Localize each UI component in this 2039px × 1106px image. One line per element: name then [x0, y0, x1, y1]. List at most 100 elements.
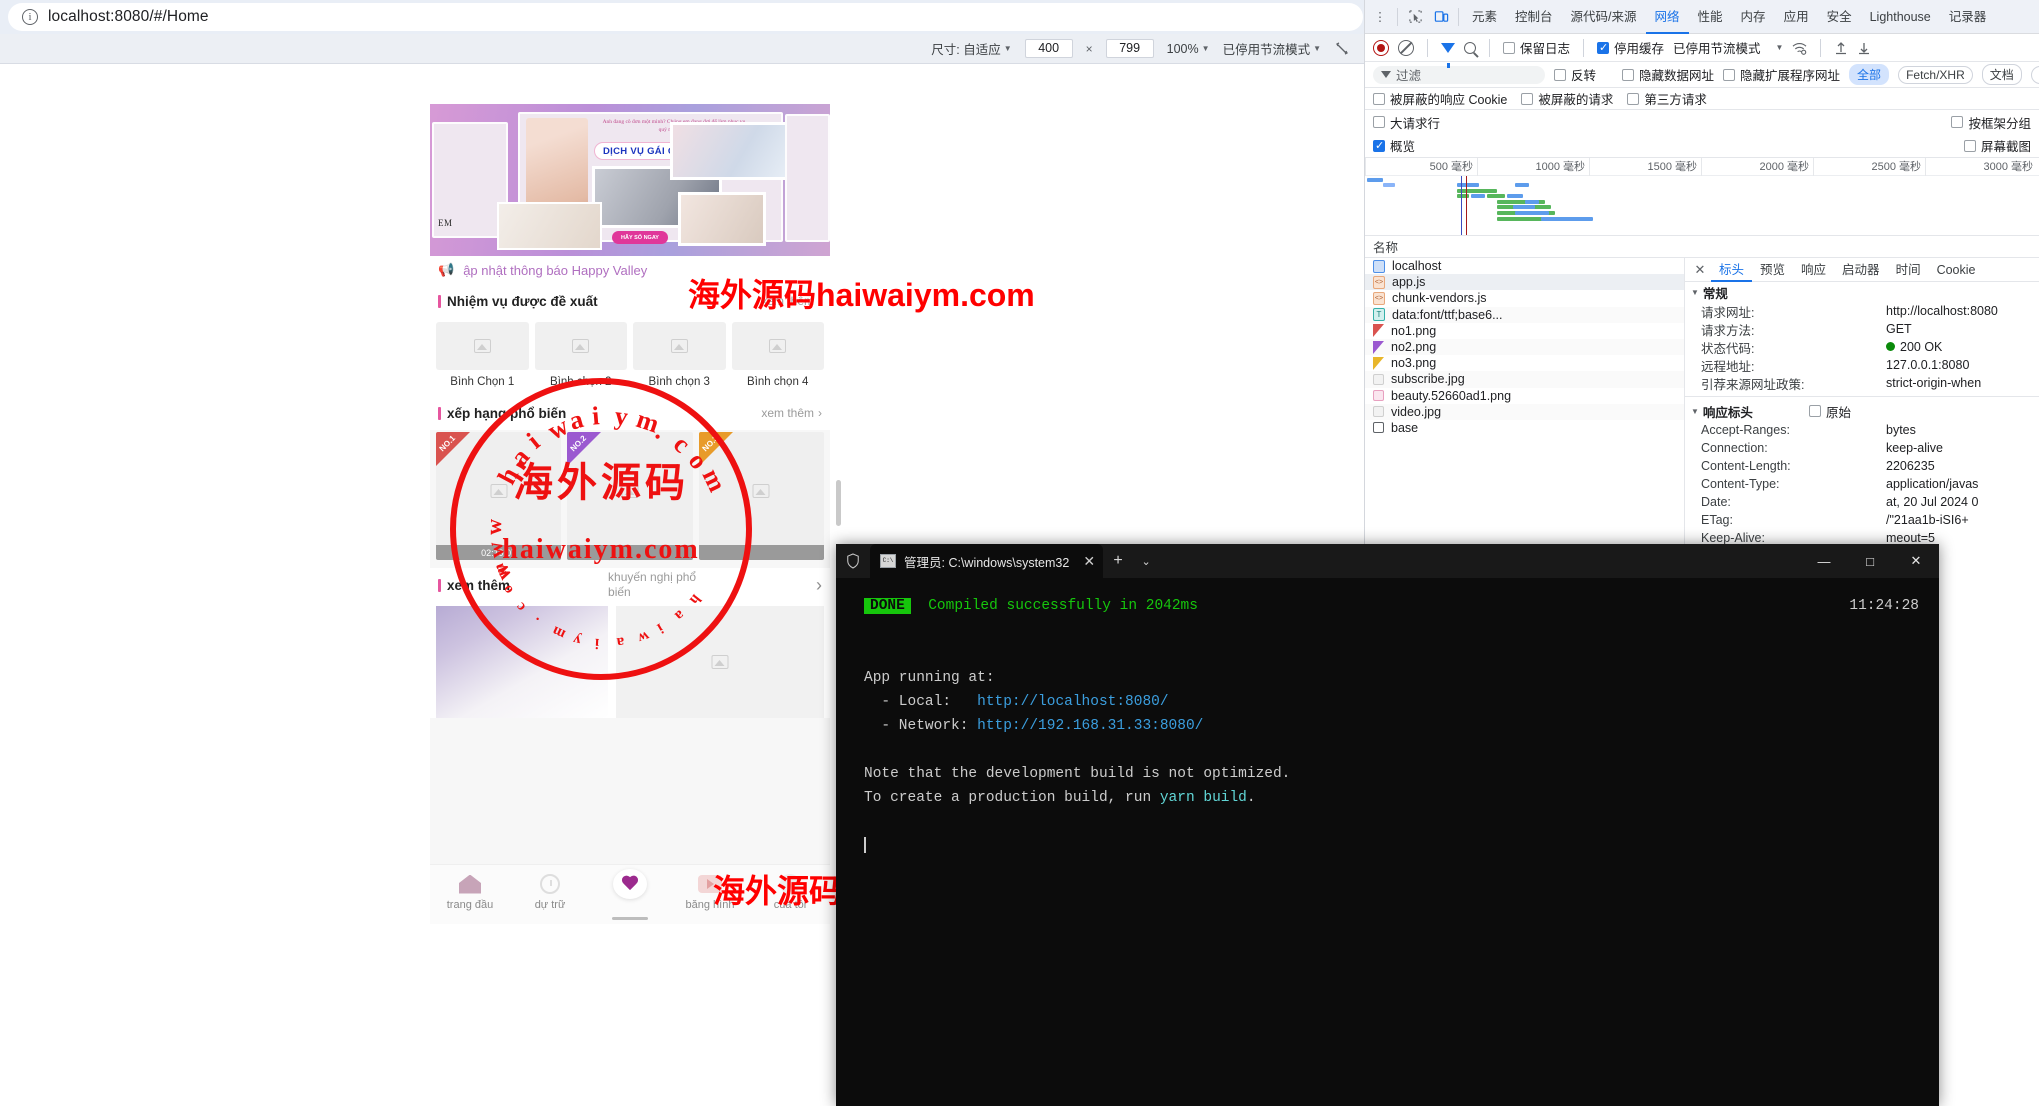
detail-tab-cookies[interactable]: Cookie	[1929, 258, 1984, 282]
capture-screenshots-checkbox[interactable]: 屏幕截图	[1963, 136, 2031, 155]
rank-card[interactable]: NO.2	[567, 432, 693, 560]
device-size-select[interactable]: 尺寸: 自适应 ▼	[931, 39, 1011, 58]
rank-card[interactable]: NO.1 02:19:07	[436, 432, 562, 560]
tab-application[interactable]: 应用	[1775, 0, 1818, 34]
terminal-body[interactable]: 11:24:28 DONE Compiled successfully in 2…	[836, 578, 1939, 858]
request-row[interactable]: <> chunk-vendors.js	[1365, 290, 1684, 306]
tab-security[interactable]: 安全	[1818, 0, 1861, 34]
request-row[interactable]: subscribe.jpg	[1365, 371, 1684, 388]
detail-tab-timing[interactable]: 时间	[1888, 258, 1929, 282]
overview-checkbox[interactable]: 概览	[1373, 136, 1415, 155]
type-chip-document[interactable]: 文档	[1981, 64, 2022, 85]
request-row[interactable]: no3.png	[1365, 355, 1684, 371]
type-chip-fetch-xhr[interactable]: Fetch/XHR	[1898, 65, 1973, 84]
more-placeholder[interactable]	[616, 606, 824, 718]
terminal-window[interactable]: C:\ 管理员: C:\windows\system32 ✕ + ⌄ — □ ✕…	[836, 544, 1939, 1106]
zoom-select[interactable]: 100% ▼	[1167, 42, 1210, 56]
promo-banner[interactable]: EM Anh đang cô đơn một mình? Chúng em đa…	[430, 104, 830, 256]
inspect-element-icon[interactable]	[1402, 4, 1428, 30]
import-har-icon[interactable]	[1834, 41, 1848, 55]
phone-preview[interactable]: EM Anh đang cô đơn một mình? Chúng em đa…	[430, 104, 830, 924]
task-item[interactable]: Bình chọn 3	[633, 322, 726, 388]
tab-sources[interactable]: 源代码/来源	[1562, 0, 1646, 34]
see-more-ranking[interactable]: xem thêm ›	[761, 406, 822, 420]
request-row[interactable]: no1.png	[1365, 323, 1684, 339]
tab-console[interactable]: 控制台	[1506, 0, 1562, 34]
request-row[interactable]: <> app.js	[1365, 274, 1684, 291]
detail-tab-response[interactable]: 响应	[1793, 258, 1834, 282]
type-chip-all[interactable]: 全部	[1849, 64, 1890, 85]
tab-center-logo[interactable]	[590, 869, 670, 899]
tab-du-tru[interactable]: dự trữ	[510, 871, 590, 911]
more-image[interactable]	[436, 606, 608, 718]
filter-icon[interactable]	[1441, 42, 1455, 68]
rotate-icon[interactable]	[1334, 41, 1350, 57]
disable-cache-checkbox[interactable]: 停用缓存	[1597, 38, 1664, 57]
tab-lighthouse[interactable]: Lighthouse	[1861, 0, 1940, 34]
blocked-requests-checkbox[interactable]: 被屏蔽的请求	[1521, 89, 1613, 108]
clear-network-log-icon[interactable]	[1398, 39, 1414, 56]
detail-tab-preview[interactable]: 预览	[1752, 258, 1793, 282]
new-tab-icon[interactable]: +	[1103, 544, 1133, 578]
big-request-rows-checkbox[interactable]: 大请求行	[1373, 113, 1440, 132]
network-overview[interactable]: 500 毫秒 1000 毫秒 1500 毫秒 2000 毫秒 2500 毫秒 3…	[1365, 158, 2039, 236]
see-more-tasks[interactable]: xem thêm ›	[761, 294, 822, 308]
request-row[interactable]: video.jpg	[1365, 403, 1684, 420]
tab-cua-toi[interactable]: của tôi	[750, 871, 830, 911]
tab-performance[interactable]: 性能	[1689, 0, 1732, 34]
request-row[interactable]: beauty.52660ad1.png	[1365, 388, 1684, 404]
tab-recorder[interactable]: 记录器	[1940, 0, 1996, 34]
site-info-icon[interactable]: i	[22, 9, 38, 25]
throttle-select[interactable]: 已停用节流模式	[1673, 38, 1761, 57]
request-row[interactable]: localhost	[1365, 258, 1684, 274]
maximize-button[interactable]: □	[1847, 544, 1893, 578]
network-url[interactable]: http://192.168.31.33:8080/	[977, 718, 1203, 734]
invert-checkbox[interactable]: 反转	[1554, 65, 1596, 84]
third-party-requests-checkbox[interactable]: 第三方请求	[1627, 89, 1707, 108]
task-item[interactable]: Bình chọn 4	[731, 322, 824, 388]
tab-network[interactable]: 网络	[1646, 0, 1689, 34]
export-har-icon[interactable]	[1857, 41, 1871, 55]
phone-scrollbar[interactable]	[836, 480, 841, 526]
type-chip-css[interactable]: C	[2030, 65, 2039, 84]
group-by-frame-checkbox[interactable]: 按框架分组	[1951, 113, 2031, 132]
blocked-cookies-checkbox[interactable]: 被屏蔽的响应 Cookie	[1373, 89, 1507, 108]
local-url[interactable]: http://localhost:8080/	[977, 694, 1168, 710]
search-icon[interactable]	[1464, 41, 1476, 54]
close-button[interactable]: ✕	[1893, 544, 1939, 578]
terminal-tab[interactable]: C:\ 管理员: C:\windows\system32 ✕	[870, 544, 1104, 578]
device-height-input[interactable]: 799	[1105, 39, 1154, 58]
request-row[interactable]: no2.png	[1365, 338, 1684, 356]
address-bar[interactable]: i localhost:8080/#/Home	[8, 3, 1363, 31]
banner-cta-badge[interactable]: HÃY SỐ NGAY	[612, 231, 668, 244]
chevron-down-icon[interactable]: ⌄	[1133, 544, 1159, 578]
toggle-device-toolbar-icon[interactable]	[1428, 4, 1454, 30]
raw-checkbox[interactable]: 原始	[1808, 402, 1851, 421]
tab-elements[interactable]: 元素	[1463, 0, 1506, 34]
hide-data-urls-checkbox[interactable]: 隐藏数据网址	[1622, 65, 1714, 84]
notice-bar[interactable]: 📢 ập nhật thông báo Happy Valley	[430, 256, 830, 284]
request-row[interactable]: T data:font/ttf;base6...	[1365, 306, 1684, 323]
task-item[interactable]: Bình Chọn 1	[436, 322, 529, 388]
tab-memory[interactable]: 内存	[1732, 0, 1775, 34]
minimize-button[interactable]: —	[1801, 544, 1847, 578]
general-section-header[interactable]: ▼ 常规	[1685, 282, 2039, 302]
request-row[interactable]: base	[1365, 420, 1684, 436]
record-button[interactable]	[1373, 39, 1389, 56]
filter-input[interactable]: 过滤	[1373, 65, 1545, 84]
more-options-icon[interactable]: ⋮	[1367, 4, 1393, 30]
task-item[interactable]: Bình chọn 2	[534, 322, 627, 388]
detail-tab-headers[interactable]: 标头	[1711, 258, 1752, 282]
device-width-input[interactable]: 400	[1024, 39, 1073, 58]
throttle-select[interactable]: 已停用节流模式 ▼	[1223, 39, 1321, 58]
chevron-right-icon[interactable]: ›	[816, 575, 822, 596]
tab-bang-hinh[interactable]: băng hình	[670, 871, 750, 911]
rank-card[interactable]: NO.3	[698, 432, 824, 560]
detail-tab-initiator[interactable]: 启动器	[1834, 258, 1888, 282]
close-icon[interactable]: ✕	[1689, 259, 1711, 281]
network-conditions-icon[interactable]	[1792, 42, 1807, 55]
chevron-down-icon[interactable]: ▼	[1776, 43, 1784, 52]
hide-extension-urls-checkbox[interactable]: 隐藏扩展程序网址	[1723, 65, 1840, 84]
response-headers-section-header[interactable]: ▼ 响应标头 原始	[1685, 401, 2039, 421]
preserve-log-checkbox[interactable]: 保留日志	[1503, 38, 1570, 57]
